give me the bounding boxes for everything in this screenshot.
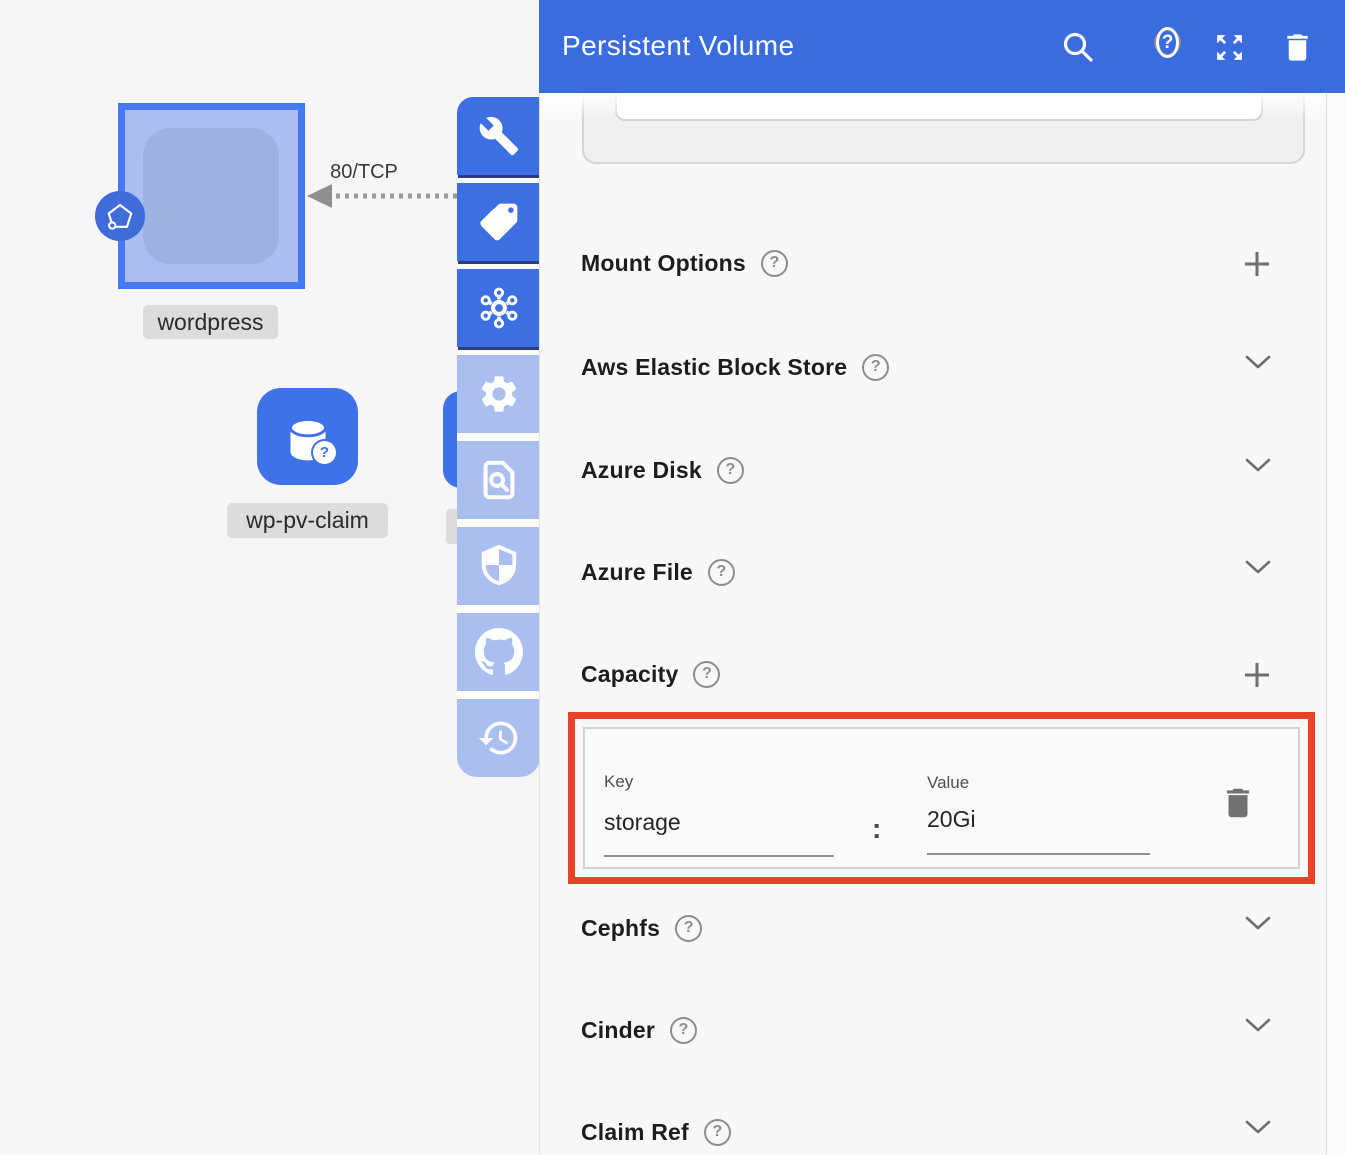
chevron-down-icon[interactable] — [1244, 558, 1272, 581]
section-label: Azure File — [581, 559, 693, 586]
section-cinder[interactable]: Cinder ? — [581, 1015, 1272, 1045]
panel-title: Persistent Volume — [562, 30, 794, 62]
capacity-value-input[interactable]: 20Gi — [927, 806, 976, 833]
chevron-down-icon[interactable] — [1244, 1118, 1272, 1141]
section-label: Capacity — [581, 661, 678, 688]
github-icon[interactable] — [457, 613, 540, 691]
help-icon[interactable]: ? — [1154, 29, 1181, 56]
section-label: Claim Ref — [581, 1119, 689, 1146]
pvc-question-badge: ? — [311, 439, 338, 466]
section-azure-file[interactable]: Azure File ? — [581, 557, 1272, 587]
help-icon[interactable]: ? — [761, 250, 788, 277]
key-field-label: Key — [604, 772, 633, 792]
add-button[interactable] — [1242, 660, 1272, 695]
chevron-down-icon[interactable] — [1244, 353, 1272, 376]
value-field-label: Value — [927, 773, 969, 793]
section-label: Cinder — [581, 1017, 655, 1044]
section-aws-ebs[interactable]: Aws Elastic Block Store ? — [581, 352, 1272, 382]
hub-icon[interactable] — [457, 269, 540, 347]
help-icon[interactable]: ? — [670, 1017, 697, 1044]
help-icon[interactable]: ? — [708, 559, 735, 586]
trash-icon[interactable] — [1279, 29, 1315, 65]
expand-icon[interactable] — [1211, 29, 1247, 65]
scroll-fade — [540, 93, 1326, 119]
node-wordpress[interactable] — [118, 103, 305, 289]
gear-icon[interactable] — [457, 355, 540, 433]
key-input-underline — [604, 855, 834, 857]
chevron-down-icon[interactable] — [1244, 456, 1272, 479]
shield-icon[interactable] — [457, 527, 540, 605]
chevron-down-icon[interactable] — [1244, 914, 1272, 937]
section-claim-ref[interactable]: Claim Ref ? — [581, 1117, 1272, 1147]
history-icon[interactable] — [457, 699, 540, 777]
wrench-icon[interactable] — [457, 97, 540, 175]
section-label: Azure Disk — [581, 457, 702, 484]
section-label: Cephfs — [581, 915, 660, 942]
section-capacity[interactable]: Capacity ? — [581, 659, 1272, 689]
section-azure-disk[interactable]: Azure Disk ? — [581, 455, 1272, 485]
help-icon[interactable]: ? — [675, 915, 702, 942]
panel-header: Persistent Volume ? — [539, 0, 1345, 93]
file-search-icon[interactable] — [457, 441, 540, 519]
section-mount-options[interactable]: Mount Options ? — [581, 248, 1272, 278]
wordpress-pod-box — [143, 128, 279, 264]
wp-pv-claim-label: wp-pv-claim — [227, 503, 388, 538]
capacity-key-value-row: Key storage : Value 20Gi — [583, 727, 1300, 869]
add-button[interactable] — [1242, 249, 1272, 284]
pod-pentagon-icon — [95, 191, 145, 241]
scrollbar-track[interactable] — [1326, 93, 1345, 1155]
capacity-key-input[interactable]: storage — [604, 809, 681, 836]
search-icon[interactable] — [1060, 29, 1096, 65]
key-value-separator: : — [872, 813, 881, 845]
diagram-toolbar — [457, 97, 540, 777]
section-cephfs[interactable]: Cephfs ? — [581, 913, 1272, 943]
node-wp-pv-claim[interactable] — [257, 388, 358, 485]
help-icon[interactable]: ? — [693, 661, 720, 688]
help-icon[interactable]: ? — [717, 457, 744, 484]
section-label: Mount Options — [581, 250, 746, 277]
tag-icon[interactable] — [457, 183, 540, 261]
delete-row-button[interactable] — [1219, 784, 1257, 827]
wordpress-label: wordpress — [143, 305, 278, 339]
help-icon[interactable]: ? — [704, 1119, 731, 1146]
value-input-underline — [927, 853, 1150, 855]
section-label: Aws Elastic Block Store — [581, 354, 847, 381]
chevron-down-icon[interactable] — [1244, 1016, 1272, 1039]
app-window: wordpress 80/TCP ? wp-pv-claim — [0, 0, 1345, 1155]
help-icon[interactable]: ? — [862, 354, 889, 381]
